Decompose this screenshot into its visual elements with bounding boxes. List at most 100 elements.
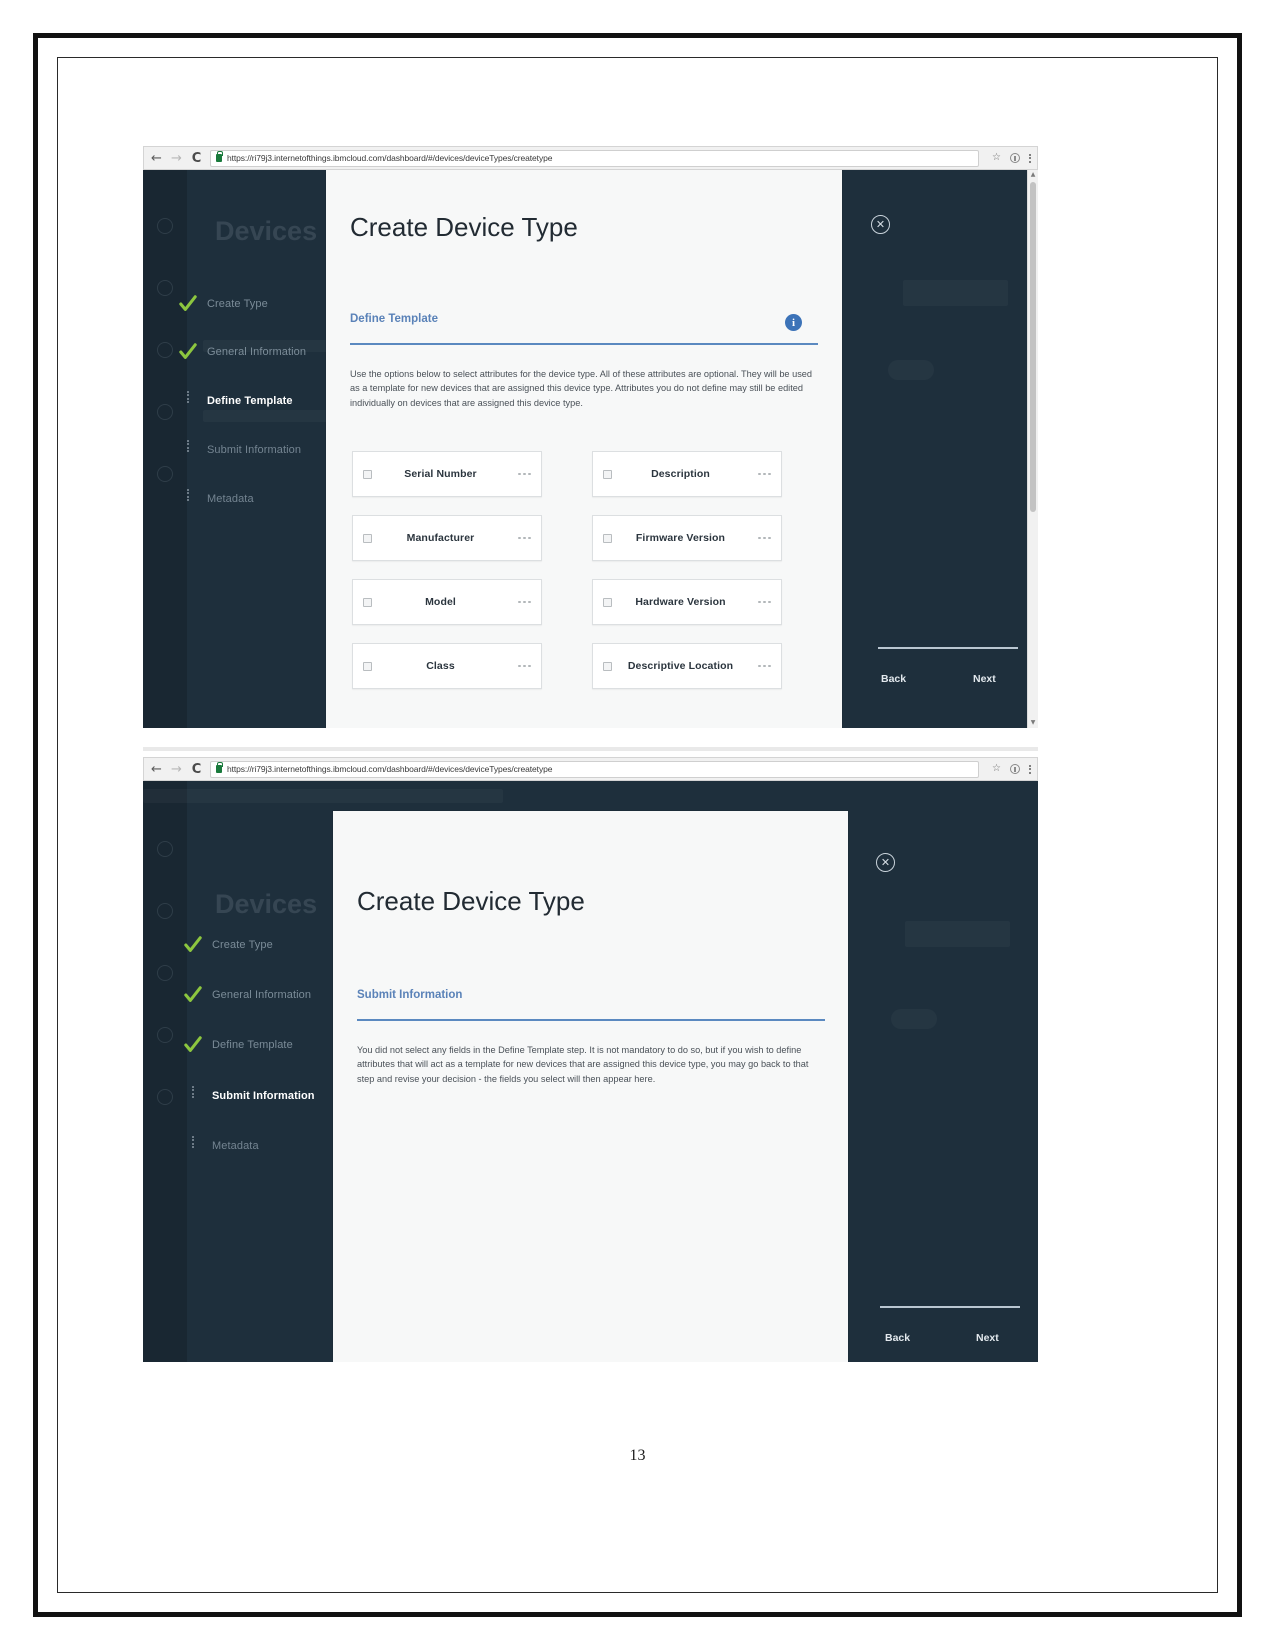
rail-icon-settings xyxy=(157,466,173,482)
attribute-checkbox[interactable] xyxy=(363,533,372,543)
background-button-ghost-1 xyxy=(903,280,1008,306)
sidebar-step-general-information[interactable]: General Information xyxy=(178,985,311,1005)
step-status-dots-icon xyxy=(173,391,207,411)
background-topbar-ghost-2 xyxy=(143,789,503,803)
step-status-dots-icon xyxy=(178,1136,212,1156)
next-button[interactable]: Next xyxy=(973,673,996,685)
attribute-card-descriptive-location[interactable]: Descriptive Location xyxy=(592,643,782,689)
app-viewport-1: Devices Create Type General Information … xyxy=(143,170,1038,728)
attribute-card-grid: Serial Number Description Manufacturer F… xyxy=(352,451,822,689)
attribute-card-class[interactable]: Class xyxy=(352,643,542,689)
footer-divider-2 xyxy=(880,1306,1020,1308)
back-button[interactable]: Back xyxy=(885,1332,910,1344)
forward-arrow-icon[interactable]: → xyxy=(170,152,183,165)
sidebar-step-submit-information[interactable]: Submit Information xyxy=(178,1086,315,1106)
close-icon[interactable]: ✕ xyxy=(876,853,895,872)
overflow-menu-icon[interactable] xyxy=(749,472,771,476)
sidebar-step-create-type[interactable]: Create Type xyxy=(178,935,273,955)
attribute-label: Serial Number xyxy=(404,468,477,480)
attribute-checkbox[interactable] xyxy=(363,597,372,607)
vertical-scrollbar-1[interactable]: ▲ ▼ xyxy=(1027,170,1038,728)
sidebar-step-label: General Information xyxy=(207,346,307,358)
sidebar-step-metadata[interactable]: Metadata xyxy=(178,1136,259,1156)
browser-window-submit-information: ← → C https://ri79j3.internetofthings.ib… xyxy=(143,747,1038,1362)
close-icon[interactable]: ✕ xyxy=(871,215,890,234)
address-bar[interactable]: https://ri79j3.internetofthings.ibmcloud… xyxy=(210,149,980,167)
kebab-menu-icon[interactable] xyxy=(1029,764,1031,774)
scroll-up-arrow-icon[interactable]: ▲ xyxy=(1028,170,1038,180)
attribute-card-model[interactable]: Model xyxy=(352,579,542,625)
reload-icon[interactable]: C xyxy=(190,763,203,776)
attribute-checkbox[interactable] xyxy=(603,597,612,607)
sidebar-step-label: Create Type xyxy=(207,298,268,310)
attribute-label: Descriptive Location xyxy=(627,660,734,672)
modal-title: Create Device Type xyxy=(357,886,585,916)
document-page: ← → C https://ri79j3.internetofthings.ib… xyxy=(0,0,1275,1650)
back-arrow-icon[interactable]: ← xyxy=(150,152,163,165)
attribute-label: Class xyxy=(426,660,455,672)
attribute-checkbox[interactable] xyxy=(363,661,372,671)
attribute-checkbox[interactable] xyxy=(603,533,612,543)
overflow-menu-icon[interactable] xyxy=(749,664,771,668)
overflow-menu-icon[interactable] xyxy=(509,472,531,476)
sidebar-step-general-information[interactable]: General Information xyxy=(173,342,306,362)
sidebar-step-submit-information[interactable]: Submit Information xyxy=(173,440,301,460)
back-button[interactable]: Back xyxy=(881,673,906,685)
sidebar-step-metadata[interactable]: Metadata xyxy=(173,489,254,509)
overflow-menu-icon[interactable] xyxy=(749,536,771,540)
attribute-card-description[interactable]: Description xyxy=(592,451,782,497)
attribute-card-serial-number[interactable]: Serial Number xyxy=(352,451,542,497)
scrollbar-thumb[interactable] xyxy=(1030,182,1036,512)
extension-icon[interactable] xyxy=(1010,764,1020,774)
scroll-down-arrow-icon[interactable]: ▼ xyxy=(1028,718,1038,728)
attribute-card-hardware-version[interactable]: Hardware Version xyxy=(592,579,782,625)
kebab-menu-icon[interactable] xyxy=(1029,153,1031,163)
next-button[interactable]: Next xyxy=(976,1332,999,1344)
section-label-submit-information: Submit Information xyxy=(357,989,463,1001)
chrome-actions: ☆ xyxy=(986,764,1031,774)
attribute-label: Manufacturer xyxy=(406,532,475,544)
sidebar-step-define-template[interactable]: Define Template xyxy=(173,391,293,411)
attribute-card-manufacturer[interactable]: Manufacturer xyxy=(352,515,542,561)
star-icon[interactable]: ☆ xyxy=(992,153,1001,163)
top-scroll-strip xyxy=(143,747,1038,751)
star-icon[interactable]: ☆ xyxy=(992,764,1001,774)
lock-icon xyxy=(216,151,223,162)
attribute-checkbox[interactable] xyxy=(363,469,372,479)
url-text: https://ri79j3.internetofthings.ibmcloud… xyxy=(227,764,553,774)
info-icon[interactable]: i xyxy=(785,314,802,331)
section-divider xyxy=(357,1019,825,1021)
overflow-menu-icon[interactable] xyxy=(509,600,531,604)
background-button-ghost-2 xyxy=(905,921,1010,947)
back-arrow-icon[interactable]: ← xyxy=(150,763,163,776)
overflow-menu-icon[interactable] xyxy=(509,664,531,668)
section-label-define-template: Define Template xyxy=(350,313,438,325)
sidebar-step-label: Submit Information xyxy=(212,1090,315,1102)
create-device-type-modal-1: Create Device Type Define Template i Use… xyxy=(326,170,842,728)
step-status-check-icon xyxy=(173,294,207,314)
sidebar-step-label: General Information xyxy=(212,989,312,1001)
sidebar-step-define-template[interactable]: Define Template xyxy=(178,1035,293,1055)
sidebar-step-create-type[interactable]: Create Type xyxy=(173,294,268,314)
reload-icon[interactable]: C xyxy=(190,152,203,165)
attribute-checkbox[interactable] xyxy=(603,469,612,479)
rail-icon-apps xyxy=(157,1027,173,1043)
chrome-actions: ☆ xyxy=(986,153,1031,163)
attribute-checkbox[interactable] xyxy=(603,661,612,671)
browser-chrome-bar: ← → C https://ri79j3.internetofthings.ib… xyxy=(143,146,1038,170)
address-bar[interactable]: https://ri79j3.internetofthings.ibmcloud… xyxy=(210,760,980,778)
step-status-dots-icon xyxy=(178,1086,212,1106)
sidebar-step-label: Create Type xyxy=(212,939,273,951)
background-search-ghost-2 xyxy=(891,1009,937,1029)
attribute-label: Hardware Version xyxy=(635,596,726,608)
forward-arrow-icon[interactable]: → xyxy=(170,763,183,776)
overflow-menu-icon[interactable] xyxy=(509,536,531,540)
rail-icon-devices xyxy=(157,903,173,919)
browser-window-define-template: ← → C https://ri79j3.internetofthings.ib… xyxy=(143,146,1038,728)
extension-icon[interactable] xyxy=(1010,153,1020,163)
step-status-dots-icon xyxy=(173,440,207,460)
background-page-heading-2: Devices xyxy=(215,889,318,919)
step-status-check-icon xyxy=(178,985,212,1005)
overflow-menu-icon[interactable] xyxy=(749,600,771,604)
attribute-card-firmware-version[interactable]: Firmware Version xyxy=(592,515,782,561)
